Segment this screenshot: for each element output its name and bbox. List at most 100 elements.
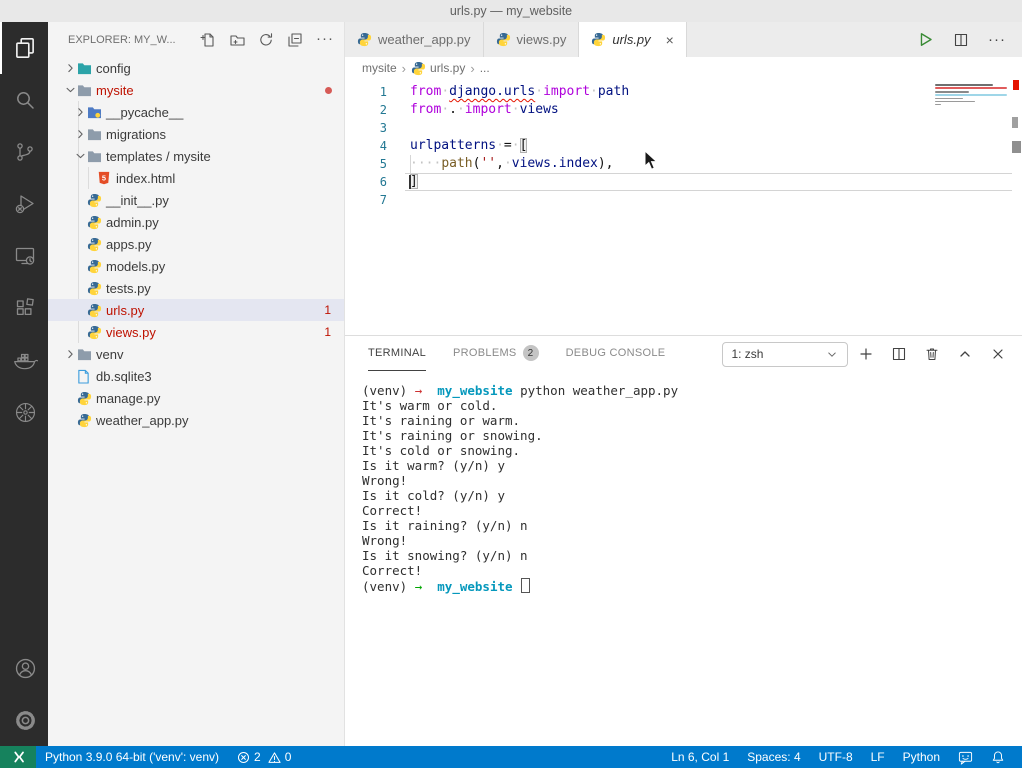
tree-item-apps.py[interactable]: apps.py [48,233,344,255]
python-file-icon [87,192,106,208]
terminal-text: python weather_app.py [513,383,679,398]
notifications[interactable] [982,746,1014,768]
breadcrumb-item-mysite[interactable]: mysite [362,61,397,75]
tab-label: weather_app.py [378,32,471,47]
breadcrumb: mysite›urls.py›... [345,57,1022,79]
cursor-position[interactable]: Ln 6, Col 1 [662,746,738,768]
tree-item-mysite[interactable]: mysite [48,79,344,101]
tree-item-urls.py[interactable]: urls.py1 [48,299,344,321]
panel-tab-problems[interactable]: PROBLEMS2 [453,336,539,371]
python-interpreter[interactable]: Python 3.9.0 64-bit ('venv': venv) [36,746,228,768]
activity-bar-bottom [0,642,48,746]
encoding[interactable]: UTF-8 [810,746,862,768]
title-bar: urls.py — my_website [0,0,1022,23]
activity-settings[interactable] [0,694,48,746]
tree-item-manage.py[interactable]: manage.py [48,387,344,409]
chevron-down-icon [825,347,839,361]
tree-item-templates---mysite[interactable]: templates / mysite [48,145,344,167]
terminal-line: Wrong! [362,533,1022,548]
terminal-text: Is it raining? (y/n) n [362,518,528,533]
problems-status[interactable]: 20 [228,746,300,768]
error-icon [237,751,250,764]
tree-item-migrations[interactable]: migrations [48,123,344,145]
tree-item-admin.py[interactable]: admin.py [48,211,344,233]
tree-item-label: models.py [106,259,165,274]
tree-item-__pycache__[interactable]: __pycache__ [48,101,344,123]
tab-views-py[interactable]: views.py [484,22,580,57]
split-terminal-button[interactable] [891,346,907,362]
terminal-text [422,579,437,594]
code-token: ), [598,156,614,171]
tree-item-db.sqlite3[interactable]: db.sqlite3 [48,365,344,387]
html-file-icon: 5 [97,170,116,186]
activity-extensions[interactable] [0,282,48,334]
terminal-line: (venv) → my_website [362,578,1022,594]
activity-kubernetes[interactable] [0,386,48,438]
remote-indicator[interactable] [0,746,36,768]
extensions-icon [13,296,37,320]
minimap[interactable] [935,81,1009,109]
tree-item-weather_app.py[interactable]: weather_app.py [48,409,344,431]
breadcrumb-item-urlspy[interactable]: urls.py [411,61,465,76]
tree-item-tests.py[interactable]: tests.py [48,277,344,299]
terminal-shell-select[interactable]: 1: zsh [722,342,848,367]
activity-search[interactable] [0,74,48,126]
tree-item-label: mysite [96,83,134,98]
tree-item-label: tests.py [106,281,151,296]
line-number: 5 [345,155,387,173]
code-token: import [543,84,590,99]
maximize-panel-button[interactable] [957,346,973,362]
breadcrumb-item-[interactable]: ... [480,61,490,75]
code-token: [ [520,138,528,153]
tree-item-venv[interactable]: venv [48,343,344,365]
panel-actions [858,346,1006,362]
tree-indent-spacer [84,171,97,185]
tree-item-models.py[interactable]: models.py [48,255,344,277]
activity-run-debug[interactable] [0,178,48,230]
tree-item-label: __init__.py [106,193,169,208]
terminal-line: It's raining or snowing. [362,428,1022,443]
indentation[interactable]: Spaces: 4 [738,746,809,768]
new-file-button[interactable] [200,32,216,48]
tree-item-label: migrations [106,127,166,142]
tree-item-config[interactable]: config [48,57,344,79]
kill-terminal-button[interactable] [924,346,940,362]
tree-indent-spacer [74,237,87,251]
code-editor[interactable]: 1from·django.urls·import·path2from·.·imp… [345,79,1022,335]
language-mode[interactable]: Python [894,746,949,768]
collapse-all-button[interactable] [287,32,303,48]
terminal-output[interactable]: (venv) → my_website python weather_app.p… [345,372,1022,746]
tree-item-__init__.py[interactable]: __init__.py [48,189,344,211]
panel-tab-debug-console[interactable]: DEBUG CONSOLE [566,336,666,371]
new-terminal-button[interactable] [858,346,874,362]
new-folder-button[interactable] [229,32,245,48]
close-icon[interactable]: × [666,33,674,47]
activity-account[interactable] [0,642,48,694]
activity-explorer[interactable] [0,22,48,74]
run-button[interactable] [917,31,934,48]
tab-urls-py[interactable]: urls.py× [579,22,686,57]
split-editor-button[interactable] [953,32,969,48]
tree-item-index.html[interactable]: 5index.html [48,167,344,189]
activity-remote-explorer[interactable] [0,230,48,282]
feedback-icon [958,750,973,765]
panel-tab-terminal[interactable]: TERMINAL [368,336,426,371]
feedback[interactable] [949,746,982,768]
tab-weather_app-py[interactable]: weather_app.py [345,22,484,57]
warning-icon [268,751,281,764]
activity-docker[interactable] [0,334,48,386]
editor-tabs: weather_app.py views.pyurls.py× [345,22,687,57]
text-caret [409,175,411,189]
more-button[interactable]: ··· [988,31,1006,49]
eol[interactable]: LF [862,746,894,768]
refresh-button[interactable] [258,32,274,48]
code-text: from·django.urls·import·path [410,84,629,99]
close-panel-button[interactable] [990,346,1006,362]
source-control-icon [13,140,37,164]
window-title: urls.py — my_website [450,4,572,18]
more-button[interactable]: ··· [316,34,334,46]
terminal-text: Is it cold? (y/n) y [362,488,505,503]
tree-item-views.py[interactable]: views.py1 [48,321,344,343]
activity-source-control[interactable] [0,126,48,178]
explorer-header-actions: ··· [200,32,334,48]
